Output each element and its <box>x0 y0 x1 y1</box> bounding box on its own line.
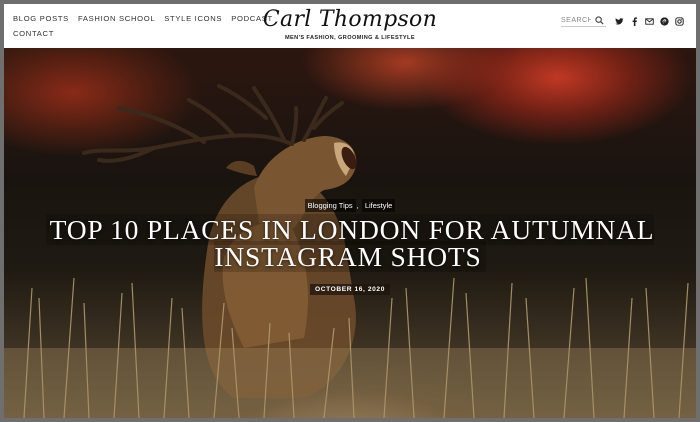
nav-style-icons[interactable]: STYLE ICONS <box>164 14 222 23</box>
post-title[interactable]: TOP 10 PLACES IN LONDON FOR AUTUMNAL INS… <box>18 214 682 272</box>
category-separator: , <box>356 201 359 210</box>
nav-fashion-school[interactable]: FASHION SCHOOL <box>78 14 155 23</box>
logo-tagline: MEN'S FASHION, GROOMING & LIFESTYLE <box>284 35 415 41</box>
nav-row-1: BLOG POSTS FASHION SCHOOL STYLE ICONS PO… <box>13 11 272 26</box>
search-icon[interactable] <box>595 16 604 25</box>
instagram-icon[interactable] <box>675 17 684 26</box>
post-title-text[interactable]: TOP 10 PLACES IN LONDON FOR AUTUMNAL INS… <box>45 214 655 272</box>
page-frame: BLOG POSTS FASHION SCHOOL STYLE ICONS PO… <box>4 4 696 418</box>
header-tools <box>561 16 684 27</box>
pinterest-icon[interactable] <box>660 17 669 26</box>
nav-blog-posts[interactable]: BLOG POSTS <box>13 14 69 23</box>
site-header: BLOG POSTS FASHION SCHOOL STYLE ICONS PO… <box>4 4 696 48</box>
search-box <box>561 16 606 27</box>
post-date: OCTOBER 16, 2020 <box>4 278 696 296</box>
logo-name: Carl Thompson <box>262 7 438 32</box>
site-logo[interactable]: Carl Thompson MEN'S FASHION, GROOMING & … <box>244 6 456 41</box>
main-nav: BLOG POSTS FASHION SCHOOL STYLE ICONS PO… <box>13 11 272 41</box>
nav-contact[interactable]: CONTACT <box>13 29 54 38</box>
nav-row-2: CONTACT <box>13 26 263 41</box>
facebook-icon[interactable] <box>630 17 639 26</box>
email-icon[interactable] <box>645 17 654 26</box>
category-lifestyle[interactable]: Lifestyle <box>361 199 396 212</box>
post-categories: Blogging Tips, Lifestyle <box>4 199 696 212</box>
category-blogging-tips[interactable]: Blogging Tips <box>304 199 356 212</box>
hero-banner[interactable]: Blogging Tips, Lifestyle TOP 10 PLACES I… <box>4 48 696 418</box>
twitter-icon[interactable] <box>615 17 624 26</box>
post-date-text: OCTOBER 16, 2020 <box>310 284 390 295</box>
search-input[interactable] <box>561 17 591 24</box>
